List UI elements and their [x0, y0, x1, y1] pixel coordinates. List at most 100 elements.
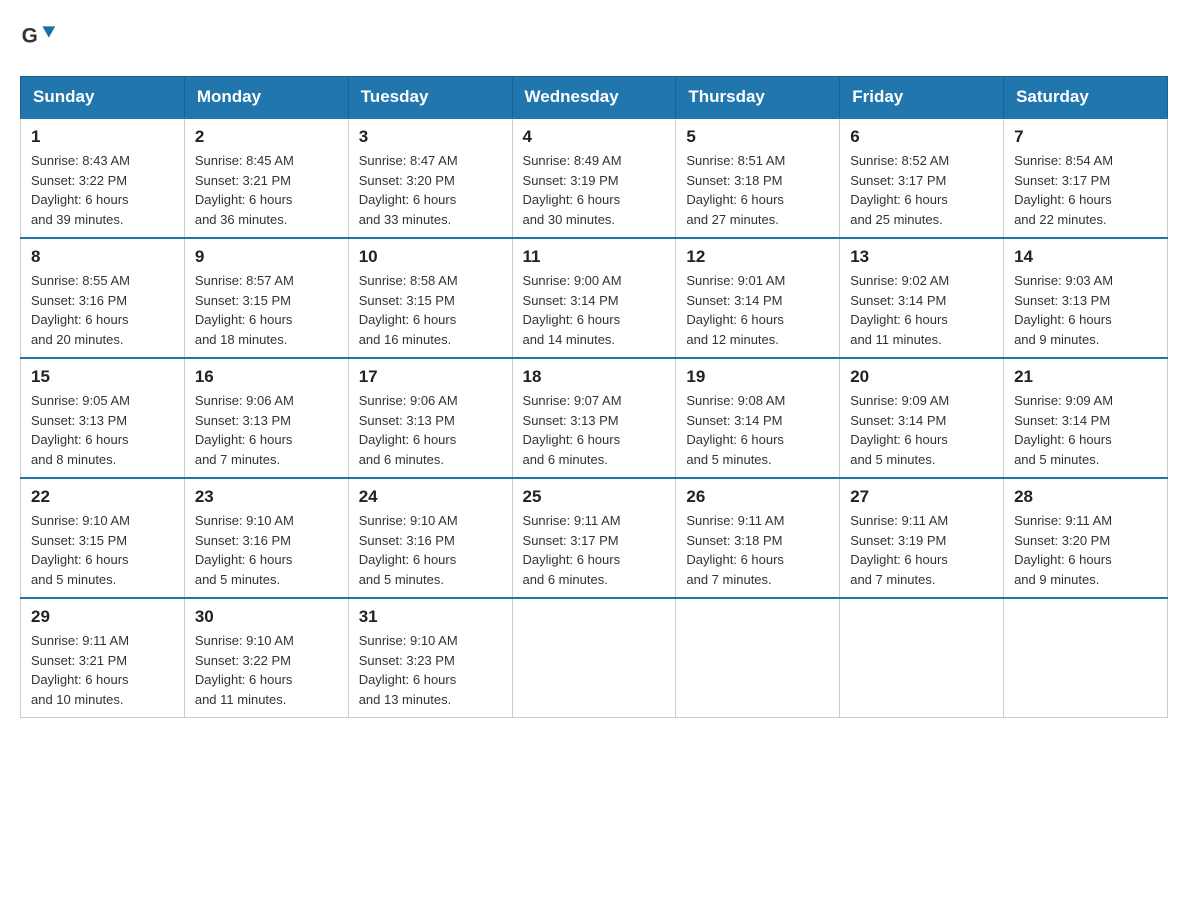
day-number: 12	[686, 247, 829, 267]
calendar-cell-9: 9 Sunrise: 8:57 AM Sunset: 3:15 PM Daylig…	[184, 238, 348, 358]
calendar-table: SundayMondayTuesdayWednesdayThursdayFrid…	[20, 76, 1168, 718]
day-info: Sunrise: 9:01 AM Sunset: 3:14 PM Dayligh…	[686, 271, 829, 349]
day-info: Sunrise: 9:08 AM Sunset: 3:14 PM Dayligh…	[686, 391, 829, 469]
day-number: 9	[195, 247, 338, 267]
day-info: Sunrise: 9:10 AM Sunset: 3:22 PM Dayligh…	[195, 631, 338, 709]
day-info: Sunrise: 8:58 AM Sunset: 3:15 PM Dayligh…	[359, 271, 502, 349]
calendar-cell-empty	[1004, 598, 1168, 718]
weekday-header-monday: Monday	[184, 77, 348, 119]
day-info: Sunrise: 9:11 AM Sunset: 3:18 PM Dayligh…	[686, 511, 829, 589]
day-number: 3	[359, 127, 502, 147]
calendar-cell-26: 26 Sunrise: 9:11 AM Sunset: 3:18 PM Dayli…	[676, 478, 840, 598]
calendar-cell-22: 22 Sunrise: 9:10 AM Sunset: 3:15 PM Dayli…	[21, 478, 185, 598]
calendar-cell-24: 24 Sunrise: 9:10 AM Sunset: 3:16 PM Dayli…	[348, 478, 512, 598]
calendar-cell-2: 2 Sunrise: 8:45 AM Sunset: 3:21 PM Daylig…	[184, 118, 348, 238]
calendar-cell-13: 13Sunrise: 9:02 AM Sunset: 3:14 PM Dayli…	[840, 238, 1004, 358]
day-number: 27	[850, 487, 993, 507]
day-info: Sunrise: 9:11 AM Sunset: 3:20 PM Dayligh…	[1014, 511, 1157, 589]
calendar-cell-29: 29 Sunrise: 9:11 AM Sunset: 3:21 PM Dayli…	[21, 598, 185, 718]
day-number: 19	[686, 367, 829, 387]
calendar-cell-empty	[512, 598, 676, 718]
day-number: 25	[523, 487, 666, 507]
calendar-cell-1: 1 Sunrise: 8:43 AM Sunset: 3:22 PM Daylig…	[21, 118, 185, 238]
calendar-cell-12: 12 Sunrise: 9:01 AM Sunset: 3:14 PM Dayli…	[676, 238, 840, 358]
day-number: 8	[31, 247, 174, 267]
calendar-cell-6: 6 Sunrise: 8:52 AM Sunset: 3:17 PM Daylig…	[840, 118, 1004, 238]
page-header: G	[20, 20, 1168, 60]
day-info: Sunrise: 9:09 AM Sunset: 3:14 PM Dayligh…	[1014, 391, 1157, 469]
day-info: Sunrise: 8:54 AM Sunset: 3:17 PM Dayligh…	[1014, 151, 1157, 229]
calendar-cell-21: 21 Sunrise: 9:09 AM Sunset: 3:14 PM Dayli…	[1004, 358, 1168, 478]
day-number: 31	[359, 607, 502, 627]
calendar-cell-19: 19 Sunrise: 9:08 AM Sunset: 3:14 PM Dayli…	[676, 358, 840, 478]
day-number: 22	[31, 487, 174, 507]
day-number: 20	[850, 367, 993, 387]
calendar-cell-25: 25 Sunrise: 9:11 AM Sunset: 3:17 PM Dayli…	[512, 478, 676, 598]
weekday-header-saturday: Saturday	[1004, 77, 1168, 119]
calendar-cell-17: 17Sunrise: 9:06 AM Sunset: 3:13 PM Dayli…	[348, 358, 512, 478]
weekday-header-wednesday: Wednesday	[512, 77, 676, 119]
calendar-cell-30: 30 Sunrise: 9:10 AM Sunset: 3:22 PM Dayli…	[184, 598, 348, 718]
calendar-cell-5: 5Sunrise: 8:51 AM Sunset: 3:18 PM Daylig…	[676, 118, 840, 238]
day-number: 15	[31, 367, 174, 387]
day-number: 28	[1014, 487, 1157, 507]
day-number: 21	[1014, 367, 1157, 387]
calendar-cell-23: 23Sunrise: 9:10 AM Sunset: 3:16 PM Dayli…	[184, 478, 348, 598]
day-info: Sunrise: 8:57 AM Sunset: 3:15 PM Dayligh…	[195, 271, 338, 349]
day-info: Sunrise: 9:11 AM Sunset: 3:17 PM Dayligh…	[523, 511, 666, 589]
day-number: 2	[195, 127, 338, 147]
day-info: Sunrise: 9:06 AM Sunset: 3:13 PM Dayligh…	[195, 391, 338, 469]
logo-icon: G	[20, 20, 60, 60]
day-info: Sunrise: 9:10 AM Sunset: 3:15 PM Dayligh…	[31, 511, 174, 589]
day-number: 29	[31, 607, 174, 627]
day-info: Sunrise: 9:10 AM Sunset: 3:23 PM Dayligh…	[359, 631, 502, 709]
calendar-cell-20: 20 Sunrise: 9:09 AM Sunset: 3:14 PM Dayli…	[840, 358, 1004, 478]
calendar-week-row-4: 22 Sunrise: 9:10 AM Sunset: 3:15 PM Dayli…	[21, 478, 1168, 598]
calendar-week-row-2: 8 Sunrise: 8:55 AM Sunset: 3:16 PM Daylig…	[21, 238, 1168, 358]
day-info: Sunrise: 9:11 AM Sunset: 3:21 PM Dayligh…	[31, 631, 174, 709]
calendar-cell-empty	[840, 598, 1004, 718]
day-info: Sunrise: 8:45 AM Sunset: 3:21 PM Dayligh…	[195, 151, 338, 229]
calendar-cell-11: 11Sunrise: 9:00 AM Sunset: 3:14 PM Dayli…	[512, 238, 676, 358]
calendar-cell-27: 27 Sunrise: 9:11 AM Sunset: 3:19 PM Dayli…	[840, 478, 1004, 598]
calendar-cell-31: 31 Sunrise: 9:10 AM Sunset: 3:23 PM Dayli…	[348, 598, 512, 718]
calendar-cell-empty	[676, 598, 840, 718]
day-number: 1	[31, 127, 174, 147]
weekday-header-thursday: Thursday	[676, 77, 840, 119]
calendar-cell-10: 10Sunrise: 8:58 AM Sunset: 3:15 PM Dayli…	[348, 238, 512, 358]
weekday-header-row: SundayMondayTuesdayWednesdayThursdayFrid…	[21, 77, 1168, 119]
calendar-cell-16: 16 Sunrise: 9:06 AM Sunset: 3:13 PM Dayli…	[184, 358, 348, 478]
day-info: Sunrise: 8:52 AM Sunset: 3:17 PM Dayligh…	[850, 151, 993, 229]
day-info: Sunrise: 9:02 AM Sunset: 3:14 PM Dayligh…	[850, 271, 993, 349]
day-info: Sunrise: 9:03 AM Sunset: 3:13 PM Dayligh…	[1014, 271, 1157, 349]
calendar-cell-7: 7Sunrise: 8:54 AM Sunset: 3:17 PM Daylig…	[1004, 118, 1168, 238]
day-info: Sunrise: 9:10 AM Sunset: 3:16 PM Dayligh…	[195, 511, 338, 589]
day-number: 6	[850, 127, 993, 147]
day-number: 26	[686, 487, 829, 507]
day-number: 5	[686, 127, 829, 147]
day-info: Sunrise: 8:49 AM Sunset: 3:19 PM Dayligh…	[523, 151, 666, 229]
day-number: 18	[523, 367, 666, 387]
weekday-header-friday: Friday	[840, 77, 1004, 119]
calendar-week-row-5: 29 Sunrise: 9:11 AM Sunset: 3:21 PM Dayli…	[21, 598, 1168, 718]
calendar-cell-8: 8 Sunrise: 8:55 AM Sunset: 3:16 PM Daylig…	[21, 238, 185, 358]
day-info: Sunrise: 9:09 AM Sunset: 3:14 PM Dayligh…	[850, 391, 993, 469]
day-info: Sunrise: 8:43 AM Sunset: 3:22 PM Dayligh…	[31, 151, 174, 229]
day-number: 4	[523, 127, 666, 147]
calendar-cell-18: 18 Sunrise: 9:07 AM Sunset: 3:13 PM Dayli…	[512, 358, 676, 478]
weekday-header-sunday: Sunday	[21, 77, 185, 119]
day-info: Sunrise: 9:05 AM Sunset: 3:13 PM Dayligh…	[31, 391, 174, 469]
day-info: Sunrise: 8:47 AM Sunset: 3:20 PM Dayligh…	[359, 151, 502, 229]
calendar-cell-14: 14Sunrise: 9:03 AM Sunset: 3:13 PM Dayli…	[1004, 238, 1168, 358]
day-number: 30	[195, 607, 338, 627]
day-info: Sunrise: 8:55 AM Sunset: 3:16 PM Dayligh…	[31, 271, 174, 349]
day-info: Sunrise: 9:10 AM Sunset: 3:16 PM Dayligh…	[359, 511, 502, 589]
logo: G	[20, 20, 64, 60]
svg-text:G: G	[22, 24, 38, 47]
day-number: 24	[359, 487, 502, 507]
day-number: 16	[195, 367, 338, 387]
day-info: Sunrise: 9:11 AM Sunset: 3:19 PM Dayligh…	[850, 511, 993, 589]
day-info: Sunrise: 9:07 AM Sunset: 3:13 PM Dayligh…	[523, 391, 666, 469]
calendar-week-row-1: 1 Sunrise: 8:43 AM Sunset: 3:22 PM Daylig…	[21, 118, 1168, 238]
day-info: Sunrise: 9:00 AM Sunset: 3:14 PM Dayligh…	[523, 271, 666, 349]
